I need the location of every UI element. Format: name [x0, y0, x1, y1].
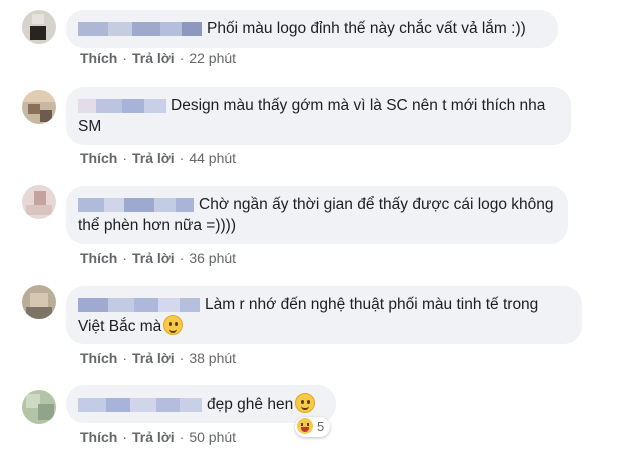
avatar[interactable]	[22, 285, 56, 319]
like-link[interactable]: Thích	[80, 50, 117, 66]
comment-actions: Thích · Trả lời · 38 phút	[80, 350, 236, 366]
separator: ·	[179, 350, 185, 366]
separator: ·	[179, 50, 185, 66]
slightly-smiling-face-icon	[295, 393, 316, 413]
timestamp[interactable]: 22 phút	[189, 50, 236, 66]
reaction-count: 5	[317, 419, 325, 434]
author-name[interactable]	[78, 297, 200, 312]
timestamp[interactable]: 44 phút	[189, 150, 236, 166]
separator: ·	[179, 150, 185, 166]
reply-link[interactable]: Trả lời	[132, 350, 175, 366]
separator: ·	[122, 429, 128, 445]
reply-link[interactable]: Trả lời	[132, 429, 175, 445]
reply-link[interactable]: Trả lời	[132, 150, 175, 166]
separator: ·	[122, 250, 128, 266]
comment-bubble: Phối màu logo đỉnh thế này chắc vất vả l…	[66, 10, 558, 48]
author-name[interactable]	[78, 397, 202, 412]
comment-bubble: Làm r nhớ đến nghệ thuật phối màu tinh t…	[66, 286, 582, 344]
comment-bubble: đẹp ghê hen	[66, 385, 336, 423]
comment-actions: Thích · Trả lời · 50 phút	[80, 429, 236, 445]
separator: ·	[122, 350, 128, 366]
comment-text: Phối màu logo đỉnh thế này chắc vất vả l…	[207, 20, 526, 37]
like-link[interactable]: Thích	[80, 350, 117, 366]
author-name[interactable]	[78, 197, 194, 212]
reaction-summary[interactable]: 5	[295, 417, 331, 437]
comment-actions: Thích · Trả lời · 22 phút	[80, 50, 236, 66]
comment-actions: Thích · Trả lời · 36 phút	[80, 250, 236, 266]
separator: ·	[122, 150, 128, 166]
separator: ·	[122, 50, 128, 66]
laughing-face-icon	[297, 418, 313, 434]
author-name[interactable]	[78, 21, 202, 36]
grinning-face-icon	[163, 315, 184, 335]
avatar[interactable]	[22, 185, 56, 219]
reply-link[interactable]: Trả lời	[132, 50, 175, 66]
reply-link[interactable]: Trả lời	[132, 250, 175, 266]
comment-bubble: Chờ ngần ấy thời gian để thấy được cái l…	[66, 186, 568, 244]
avatar[interactable]	[22, 390, 56, 424]
author-name[interactable]	[78, 98, 166, 113]
timestamp[interactable]: 36 phút	[189, 250, 236, 266]
timestamp[interactable]: 50 phút	[189, 429, 236, 445]
like-link[interactable]: Thích	[80, 429, 117, 445]
separator: ·	[179, 250, 185, 266]
comment-actions: Thích · Trả lời · 44 phút	[80, 150, 236, 166]
comment-bubble: Design màu thấy gớm mà vì là SC nên t mớ…	[66, 87, 571, 145]
avatar[interactable]	[22, 10, 56, 44]
like-link[interactable]: Thích	[80, 150, 117, 166]
separator: ·	[179, 429, 185, 445]
avatar[interactable]	[22, 90, 56, 124]
comment-text: đẹp ghê hen	[207, 396, 294, 413]
like-link[interactable]: Thích	[80, 250, 117, 266]
timestamp[interactable]: 38 phút	[189, 350, 236, 366]
